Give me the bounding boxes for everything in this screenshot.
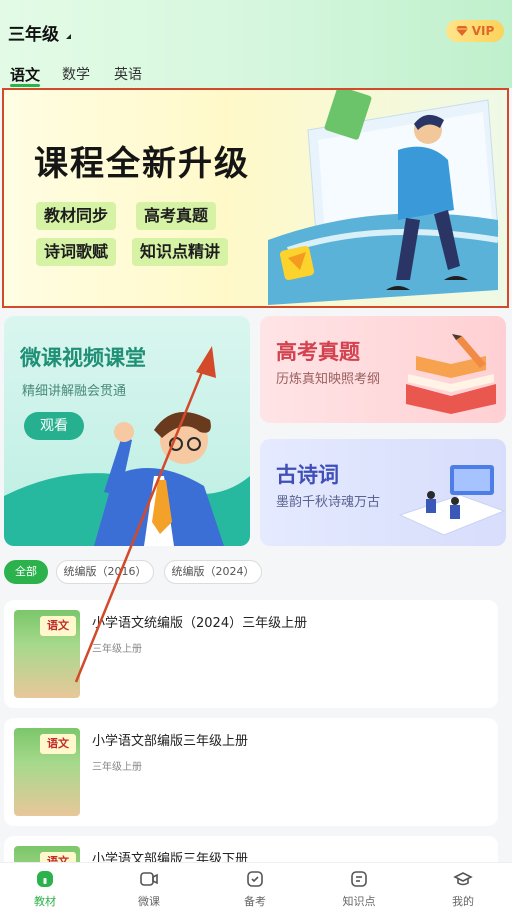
- classroom-illustration: [398, 465, 506, 536]
- exam-icon: [247, 871, 263, 887]
- gaokao-subtitle: 历炼真知映照考纲: [276, 372, 381, 387]
- banner-tag: 高考真题: [136, 202, 217, 230]
- filter-2024[interactable]: 统编版（2024）: [164, 560, 262, 584]
- tab-label: 教材: [34, 895, 56, 908]
- tab-microclass[interactable]: 微课: [114, 869, 184, 909]
- book-cover-image: 语文: [14, 610, 80, 698]
- gaokao-title: 高考真题: [276, 340, 360, 364]
- banner-title: 课程全新升级: [34, 144, 250, 184]
- cover-title: 语文: [40, 734, 76, 754]
- tab-label: 知识点: [342, 895, 376, 908]
- profile-icon: [453, 872, 473, 886]
- tab-knowledge[interactable]: 知识点: [324, 869, 394, 909]
- banner-tag: 知识点精讲: [132, 238, 229, 266]
- list-item[interactable]: 语文 小学语文部编版三年级上册 三年级上册: [4, 718, 498, 826]
- tab-label: 备考: [244, 895, 266, 908]
- banner-tag: 教材同步: [36, 202, 117, 230]
- tab-textbook[interactable]: 教材: [10, 869, 80, 909]
- poetry-subtitle: 墨韵千秋诗魂万古: [276, 495, 381, 510]
- active-tab-indicator: [10, 84, 40, 87]
- vip-label: VIP: [471, 24, 495, 38]
- caret-down-icon[interactable]: [66, 34, 71, 39]
- tab-math[interactable]: 数学: [62, 64, 90, 84]
- book-title: 小学语文统编版（2024）三年级上册: [92, 616, 308, 631]
- banner-illustration: [268, 90, 499, 305]
- grade-selector[interactable]: 三年级: [8, 20, 59, 45]
- filter-2016[interactable]: 统编版（2016）: [56, 560, 154, 584]
- tab-chinese[interactable]: 语文: [10, 64, 40, 85]
- list-item[interactable]: 语文 小学语文统编版（2024）三年级上册 三年级上册: [4, 600, 498, 708]
- filter-all[interactable]: 全部: [4, 560, 48, 584]
- poetry-title: 古诗词: [276, 463, 339, 487]
- vip-button[interactable]: VIP: [446, 20, 504, 42]
- teacher-illustration: [4, 412, 250, 546]
- promo-banner[interactable]: 课程全新升级 教材同步 高考真题 诗词歌赋 知识点精讲: [2, 88, 509, 308]
- note-icon: [351, 871, 367, 887]
- poetry-card[interactable]: 古诗词 墨韵千秋诗魂万古: [260, 439, 506, 546]
- top-header: 三年级 VIP 语文 数学 英语: [0, 0, 512, 88]
- book-subtitle: 三年级上册: [92, 644, 142, 655]
- tab-exam-prep[interactable]: 备考: [220, 869, 290, 909]
- cover-title: 语文: [40, 616, 76, 636]
- tab-profile[interactable]: 我的: [428, 869, 498, 909]
- tab-label: 我的: [452, 895, 474, 908]
- book-cover-image: 语文: [14, 728, 80, 816]
- tab-english[interactable]: 英语: [114, 64, 142, 84]
- microclass-card[interactable]: 微课视频课堂 精细讲解融会贯通 观看: [4, 316, 250, 546]
- gaokao-card[interactable]: 高考真题 历炼真知映照考纲: [260, 316, 506, 423]
- book-subtitle: 三年级上册: [92, 762, 142, 773]
- banner-tag: 诗词歌赋: [36, 238, 117, 266]
- book-title: 小学语文部编版三年级上册: [92, 734, 249, 749]
- diamond-icon: [455, 26, 468, 36]
- book-illustration: [406, 334, 496, 414]
- bottom-tab-bar: 教材 微课 备考 知识点 我的: [0, 862, 512, 912]
- video-icon: [140, 872, 158, 886]
- home-icon: [37, 871, 53, 887]
- microclass-title: 微课视频课堂: [20, 346, 146, 370]
- tab-label: 微课: [138, 895, 160, 908]
